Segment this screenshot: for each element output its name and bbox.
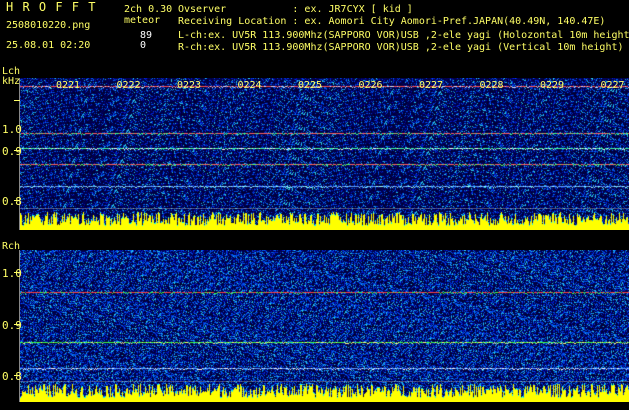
rch-gridline — [20, 381, 629, 382]
location-info: Receiving Location : ex. Aomori City Aom… — [178, 16, 606, 27]
lch-time-tick: 0227 — [419, 80, 444, 91]
lch-time-tick: 0226 — [358, 80, 383, 91]
observer-info: Ovserver : ex. JR7CYX [ kid ] — [178, 4, 413, 15]
lch-time-tick: 0222 — [116, 80, 141, 91]
lch-time-tick: 0221 — [56, 80, 81, 91]
lch-time-tick: 0224 — [237, 80, 262, 91]
lch-ytick-0-9: 0.9 — [2, 145, 22, 158]
rch-label: Rch — [2, 241, 21, 252]
type-label: meteor — [124, 15, 161, 26]
rch-ytick-0-9: 0.9 — [2, 319, 22, 332]
lch-ytick-mark — [14, 100, 20, 101]
count-rch: 0 — [140, 40, 147, 51]
lch-time-tick: 0228 — [479, 80, 504, 91]
rch-ytick-mark — [14, 324, 20, 325]
lch-ytick-mark — [14, 200, 20, 201]
lch-ytick-mark — [14, 150, 20, 151]
rch-ytick-1-0: 1.0 — [2, 267, 22, 280]
rch-spectrogram-canvas — [20, 250, 629, 402]
rch-ytick-mark — [14, 272, 20, 273]
app-title: H R O F F T — [6, 0, 97, 14]
lch-ytick-0-8: 0.8 — [2, 195, 22, 208]
file-name: 2508010220.png — [6, 20, 91, 31]
mode-label: 2ch 0.30 — [124, 4, 173, 15]
date-time: 25.08.01 02:20 — [6, 40, 91, 51]
rch-ytick-mark — [14, 375, 20, 376]
rch-info: R-ch:ex. UV5R 113.900Mhz(SAPPORO VOR)USB… — [178, 42, 624, 53]
lch-unit: kHz — [2, 76, 21, 87]
lch-time-tick: 0225 — [298, 80, 323, 91]
lch-time-tick: 0223 — [177, 80, 202, 91]
rch-ytick-0-8: 0.8 — [2, 370, 22, 383]
lch-gridline — [20, 208, 629, 209]
lch-ytick-1-0: 1.0 — [2, 123, 22, 136]
lch-info: L-ch:ex. UV5R 113.900Mhz(SAPPORO VOR)USB… — [178, 30, 629, 41]
rch-spectrogram — [20, 250, 629, 402]
lch-time-tick: 0229 — [540, 80, 565, 91]
lch-time-tick: 0227 — [600, 80, 625, 91]
